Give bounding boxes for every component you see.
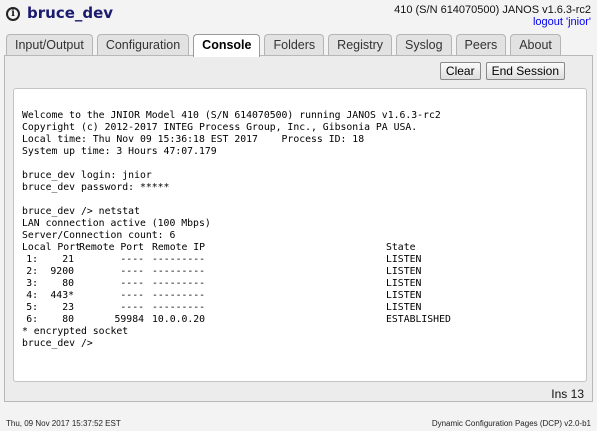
netstat-row: 6: 80 59984 10.0.0.20 ESTABLISHED — [22, 314, 586, 326]
hostname-title: bruce_dev — [27, 4, 114, 22]
tab-syslog[interactable]: Syslog — [396, 34, 452, 55]
netstat-local-port: 443* — [50, 290, 74, 301]
netstat-state: LISTEN — [386, 254, 422, 265]
netstat-remote-port: ---- — [120, 266, 144, 277]
netstat-row: 4: 443* ---- --------- LISTEN — [22, 290, 586, 302]
clear-button[interactable]: Clear — [439, 62, 481, 80]
console-line: bruce_dev /> netstat — [22, 206, 140, 217]
netstat-row: 1: 21 ---- --------- LISTEN — [22, 254, 586, 266]
netstat-header-remote-port: Remote Port — [79, 242, 144, 253]
netstat-remote-port: ---- — [120, 302, 144, 313]
footer-timestamp: Thu, 09 Nov 2017 15:37:52 EST — [6, 419, 121, 428]
console-output[interactable]: Welcome to the JNIOR Model 410 (S/N 6140… — [13, 88, 587, 382]
tab-registry[interactable]: Registry — [328, 34, 393, 55]
netstat-index: 5: — [26, 302, 38, 313]
netstat-index: 6: — [26, 314, 38, 325]
netstat-row: 5: 23 ---- --------- LISTEN — [22, 302, 586, 314]
console-toolbar: Clear End Session — [439, 62, 565, 80]
netstat-state: ESTABLISHED — [386, 314, 451, 325]
footer-app-info: Dynamic Configuration Pages (DCP) v2.0-b… — [431, 419, 591, 428]
netstat-remote-ip: --------- — [152, 290, 206, 301]
netstat-index: 4: — [26, 290, 38, 301]
console-line: * encrypted socket — [22, 326, 129, 337]
console-line: bruce_dev password: ***** — [22, 182, 170, 193]
tab-console[interactable]: Console — [193, 34, 261, 57]
console-prompt[interactable]: bruce_dev /> — [22, 338, 586, 350]
netstat-header-remote-ip: Remote IP — [152, 242, 206, 253]
netstat-state: LISTEN — [386, 302, 422, 313]
tab-bar: Input/Output Configuration Console Folde… — [6, 34, 565, 57]
netstat-remote-port: ---- — [120, 290, 144, 301]
netstat-remote-ip: --------- — [152, 266, 206, 277]
console-panel: Clear End Session Welcome to the JNIOR M… — [4, 55, 593, 402]
netstat-header-state: State — [386, 242, 416, 253]
end-session-button[interactable]: End Session — [485, 62, 565, 80]
netstat-index: 2: — [26, 266, 38, 277]
console-line: LAN connection active (100 Mbps) — [22, 218, 211, 229]
netstat-remote-ip: 10.0.0.20 — [152, 314, 206, 325]
console-line: Server/Connection count: 6 — [22, 230, 176, 241]
tab-folders[interactable]: Folders — [264, 34, 325, 55]
netstat-remote-port: 59984 — [114, 314, 145, 325]
logout-link[interactable]: logout 'jnior' — [533, 16, 591, 28]
console-line: bruce_dev login: jnior — [22, 170, 152, 181]
console-line: Local time: Thu Nov 09 15:36:18 EST 2017… — [22, 134, 365, 145]
console-line: Copyright (c) 2012-2017 INTEG Process Gr… — [22, 122, 418, 133]
netstat-remote-port: ---- — [120, 254, 144, 265]
netstat-state: LISTEN — [386, 290, 422, 301]
tab-about[interactable]: About — [510, 34, 561, 55]
info-logo-icon: i — [6, 7, 20, 21]
console-line: System up time: 3 Hours 47:07.179 — [22, 146, 217, 157]
netstat-row: 2: 9200 ---- --------- LISTEN — [22, 266, 586, 278]
netstat-local-port: 21 — [62, 254, 74, 265]
netstat-state: LISTEN — [386, 278, 422, 289]
netstat-row: 3: 80 ---- --------- LISTEN — [22, 278, 586, 290]
netstat-header: Local Port Remote Port Remote IP State — [22, 242, 586, 254]
netstat-index: 3: — [26, 278, 38, 289]
netstat-remote-ip: --------- — [152, 254, 206, 265]
netstat-local-port: 80 — [62, 278, 74, 289]
netstat-index: 1: — [26, 254, 38, 265]
netstat-remote-port: ---- — [120, 278, 144, 289]
insert-mode-indicator: Ins 13 — [551, 387, 584, 401]
tab-configuration[interactable]: Configuration — [96, 34, 190, 55]
netstat-remote-ip: --------- — [152, 278, 206, 289]
netstat-header-local-port: Local Port — [22, 242, 81, 253]
tab-input-output[interactable]: Input/Output — [6, 34, 93, 55]
console-line: Welcome to the JNIOR Model 410 (S/N 6140… — [22, 110, 441, 121]
netstat-local-port: 23 — [62, 302, 74, 313]
netstat-state: LISTEN — [386, 266, 422, 277]
netstat-local-port: 9200 — [50, 266, 74, 277]
netstat-remote-ip: --------- — [152, 302, 206, 313]
device-info: 410 (S/N 614070500) JANOS v1.6.3-rc2 — [394, 4, 591, 16]
app-header: i bruce_dev 410 (S/N 614070500) JANOS v1… — [0, 0, 597, 32]
netstat-local-port: 80 — [62, 314, 74, 325]
tab-peers[interactable]: Peers — [455, 34, 507, 55]
